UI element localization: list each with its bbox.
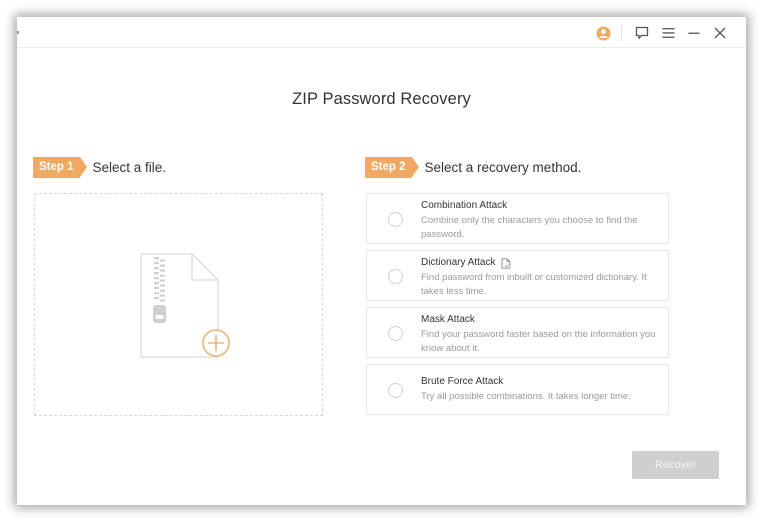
title-bar bbox=[17, 17, 746, 48]
menu-button[interactable] bbox=[656, 23, 680, 43]
step-2-badge: Step 2 bbox=[365, 157, 418, 178]
feedback-button[interactable] bbox=[630, 23, 654, 43]
method-description: Combine only the characters you choose t… bbox=[421, 215, 638, 240]
step-1-badge: Step 1 bbox=[33, 157, 86, 178]
method-description: Find password from inbuilt or customized… bbox=[421, 272, 647, 297]
app-window: ZIP Password Recovery Step 1 Select a fi… bbox=[17, 17, 746, 505]
method-combination-attack[interactable]: Combination Attack Combine only the char… bbox=[366, 193, 669, 244]
method-description: Find your password faster based on the i… bbox=[421, 329, 656, 354]
radio-brute-force-attack[interactable] bbox=[388, 382, 403, 398]
feedback-icon bbox=[635, 26, 649, 39]
dictionary-file-icon[interactable] bbox=[501, 257, 511, 269]
recovery-method-list: Combination Attack Combine only the char… bbox=[366, 193, 669, 415]
method-brute-force-attack[interactable]: Brute Force Attack Try all possible comb… bbox=[366, 364, 669, 415]
close-icon bbox=[714, 27, 726, 39]
step-2-label: Select a recovery method. bbox=[424, 160, 582, 175]
method-dictionary-attack[interactable]: Dictionary Attack Find password from inb… bbox=[366, 250, 669, 301]
title-bar-controls bbox=[591, 23, 732, 43]
recover-button[interactable]: Recover bbox=[632, 451, 719, 479]
minimize-button[interactable] bbox=[682, 23, 706, 43]
minimize-icon bbox=[688, 32, 700, 34]
close-button[interactable] bbox=[708, 23, 732, 43]
method-title: Brute Force Attack bbox=[421, 376, 504, 387]
method-title: Dictionary Attack bbox=[421, 257, 496, 268]
user-account-button[interactable] bbox=[591, 23, 615, 43]
page-title: ZIP Password Recovery bbox=[292, 90, 471, 108]
zip-file-add-icon bbox=[140, 253, 230, 358]
radio-mask-attack[interactable] bbox=[388, 325, 403, 341]
file-drop-zone[interactable] bbox=[34, 193, 323, 416]
method-title: Mask Attack bbox=[421, 314, 475, 325]
step-1-header: Step 1 Select a file. bbox=[33, 157, 166, 178]
menu-icon bbox=[662, 28, 674, 38]
step-2-header: Step 2 Select a recovery method. bbox=[365, 157, 581, 178]
user-account-icon bbox=[596, 26, 610, 40]
radio-combination-attack[interactable] bbox=[388, 211, 403, 227]
method-title: Combination Attack bbox=[421, 200, 508, 211]
radio-dictionary-attack[interactable] bbox=[388, 268, 403, 284]
method-mask-attack[interactable]: Mask Attack Find your password faster ba… bbox=[366, 307, 669, 358]
title-bar-divider bbox=[621, 25, 622, 41]
app-icon bbox=[17, 31, 19, 34]
method-description: Try all possible combinations. It takes … bbox=[421, 391, 631, 402]
step-1-label: Select a file. bbox=[92, 160, 167, 175]
